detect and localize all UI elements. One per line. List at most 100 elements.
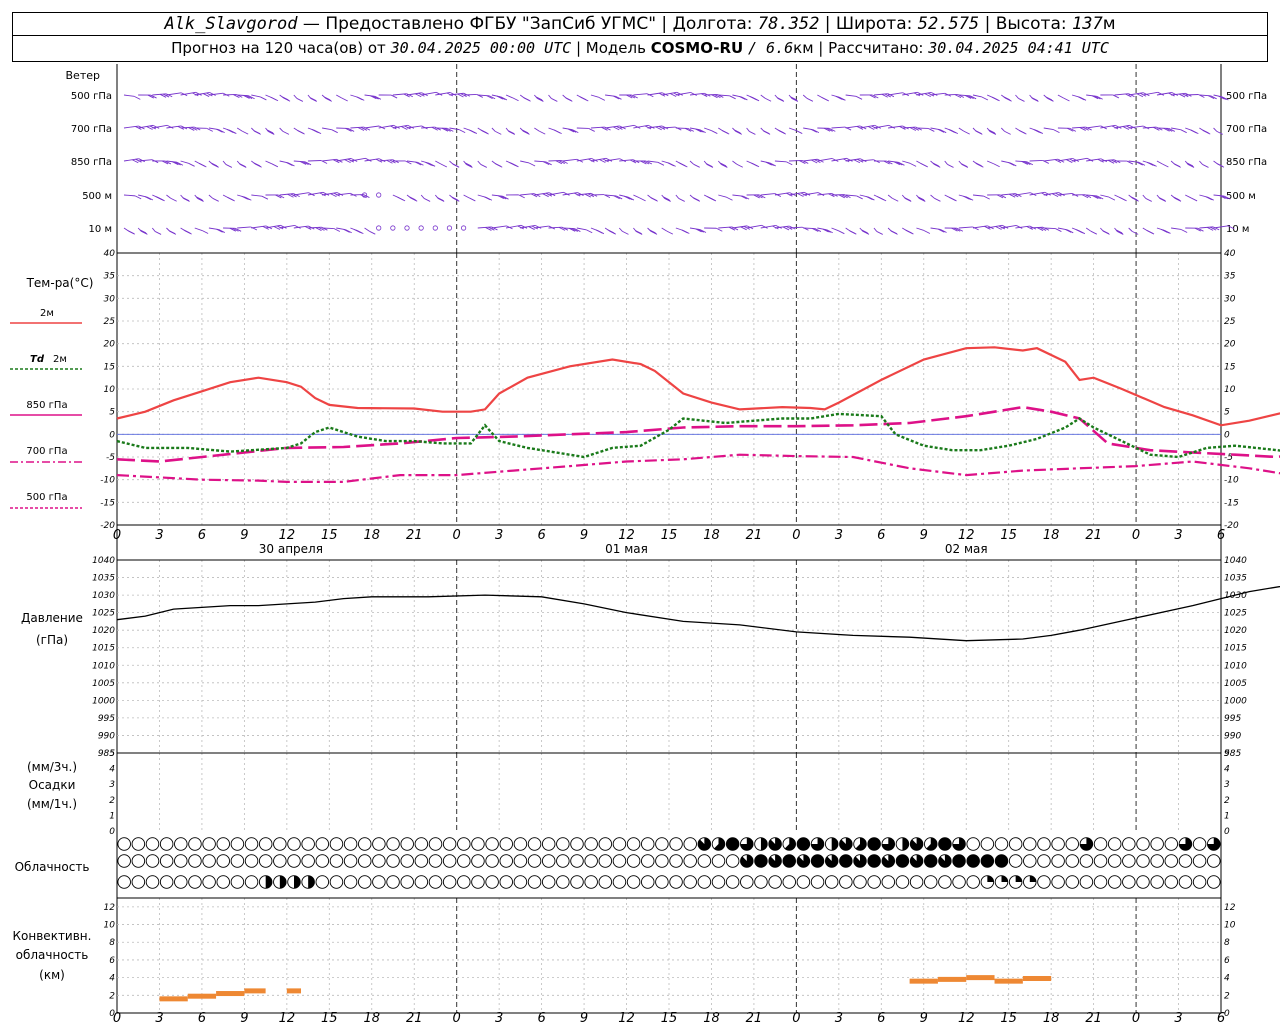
wind-barb-feather-icon	[981, 96, 989, 101]
x-tick-label-bottom: 9	[240, 1011, 248, 1024]
wind-barb-icon	[633, 194, 640, 199]
wind-barb-feather-icon	[856, 195, 863, 200]
wind-barb-icon	[1142, 194, 1147, 199]
cloud-circle	[485, 854, 499, 868]
wind-barb-feather-icon	[596, 229, 603, 234]
cloud-circle	[1065, 854, 1079, 868]
cloud-circle	[711, 875, 726, 889]
wind-barb-feather-icon	[201, 230, 209, 234]
wind-barb-feather-icon	[423, 198, 431, 202]
cloud-fill	[867, 854, 881, 868]
cloud-circle	[400, 837, 414, 851]
wind-barb-feather-icon	[1090, 230, 1098, 235]
cloud-circle	[1037, 854, 1051, 868]
cloud-circle	[159, 837, 174, 851]
temp-tick-left: -5	[106, 453, 115, 463]
wind-barb-feather-icon	[1205, 196, 1213, 201]
precip-tick-right: 4	[1224, 765, 1230, 775]
temp-tick-right: 10	[1224, 385, 1236, 395]
conv-tick-right: 12	[1224, 903, 1236, 913]
cloud-circle	[1150, 837, 1164, 851]
cloud-cover-icon	[159, 854, 174, 868]
cloud-cover-icon	[174, 875, 188, 889]
wind-barb-feather-icon	[751, 162, 758, 167]
cloud-cover-icon	[1023, 875, 1037, 889]
conv-tick-right: 2	[1224, 991, 1230, 1001]
wind-barb-feather-icon	[390, 94, 398, 99]
wind-barb-feather-icon	[1078, 96, 1085, 101]
cloud-circle	[329, 875, 344, 889]
cloud-fill	[839, 854, 853, 868]
cloud-cover-icon	[457, 875, 471, 889]
cloud-cover-icon	[867, 854, 881, 868]
temp-tick-left: 0	[109, 430, 115, 440]
cloud-cover-icon	[768, 837, 782, 851]
wind-barb-feather-icon	[876, 231, 883, 235]
cloud-cover-icon	[782, 837, 797, 851]
wind-barb-feather-icon	[1108, 196, 1116, 201]
wind-barb-feather-icon	[1053, 129, 1060, 134]
x-tick-label-bottom: 18	[363, 1011, 380, 1024]
legend-t700-label: 700 гПа	[26, 446, 67, 457]
cloud-circle	[570, 875, 584, 889]
cloud-cover-icon	[315, 837, 330, 851]
cloud-cover-icon	[1136, 837, 1150, 851]
wind-barb-icon	[293, 192, 309, 196]
wind-barb-icon	[435, 160, 442, 165]
pressure-tick-left: 1020	[92, 626, 115, 636]
cloud-circle	[683, 837, 697, 851]
legend-t2m-label: 2м	[40, 308, 54, 319]
cloud-cover-icon	[711, 837, 726, 851]
cloud-fill	[995, 854, 1008, 868]
x-tick-label-mid: 3	[155, 528, 163, 543]
cloud-cover-icon	[796, 854, 811, 868]
wind-level-label-left: 850 гПа	[71, 157, 112, 168]
cloud-title: Облачность	[15, 860, 90, 874]
cloud-circle	[343, 875, 358, 889]
wind-barb-icon	[1000, 127, 1005, 132]
cloud-circle	[202, 875, 216, 889]
wind-barb-feather-icon	[975, 130, 982, 135]
cloud-cover-icon	[230, 854, 245, 868]
wind-barb-icon	[718, 194, 727, 198]
wind-barb-feather-icon	[1063, 97, 1070, 102]
cloud-cover-icon	[1037, 837, 1051, 851]
cloud-fill	[981, 854, 994, 868]
cloud-cover-icon	[216, 837, 230, 851]
cloud-circle	[725, 875, 740, 889]
cloud-cover-icon	[1136, 854, 1150, 868]
cloud-circle	[895, 875, 910, 889]
wind-barb-icon	[420, 194, 425, 199]
cloud-cover-icon	[782, 854, 797, 868]
cloud-cover-icon	[117, 854, 131, 868]
wind-barb-feather-icon	[253, 162, 260, 167]
wind-barb-feather-icon	[239, 163, 246, 168]
cloud-cover-icon	[485, 854, 499, 868]
cloud-cover-icon	[1107, 875, 1122, 889]
cloud-cover-icon	[301, 837, 315, 851]
wind-barb-icon	[123, 194, 136, 197]
wind-barb-feather-icon	[1033, 129, 1040, 133]
cloud-circle	[612, 837, 627, 851]
cloud-cover-icon	[315, 875, 330, 889]
cloud-cover-icon	[1192, 875, 1207, 889]
wind-barb-feather-icon	[1004, 130, 1011, 135]
cloud-circle	[1192, 875, 1207, 889]
cloud-fill	[831, 837, 838, 851]
cloud-circle	[202, 854, 216, 868]
wind-barb-icon	[562, 158, 578, 162]
x-tick-label-bottom: 12	[279, 1011, 296, 1024]
wind-barb-feather-icon	[961, 163, 968, 168]
wind-barb-icon	[505, 94, 513, 99]
wind-barb-feather-icon	[949, 196, 956, 201]
conv-cloud-bar	[286, 988, 301, 994]
cloud-cover-icon	[202, 837, 216, 851]
cloud-circle	[1122, 837, 1136, 851]
x-tick-label-mid: 12	[618, 528, 635, 543]
x-tick-label-bottom: 15	[321, 1011, 338, 1024]
cloud-circle	[1079, 854, 1094, 868]
cloud-fill	[1001, 875, 1008, 882]
cloud-cover-icon	[1079, 837, 1094, 851]
cloud-cover-icon	[895, 875, 910, 889]
cloud-circle	[1150, 854, 1164, 868]
